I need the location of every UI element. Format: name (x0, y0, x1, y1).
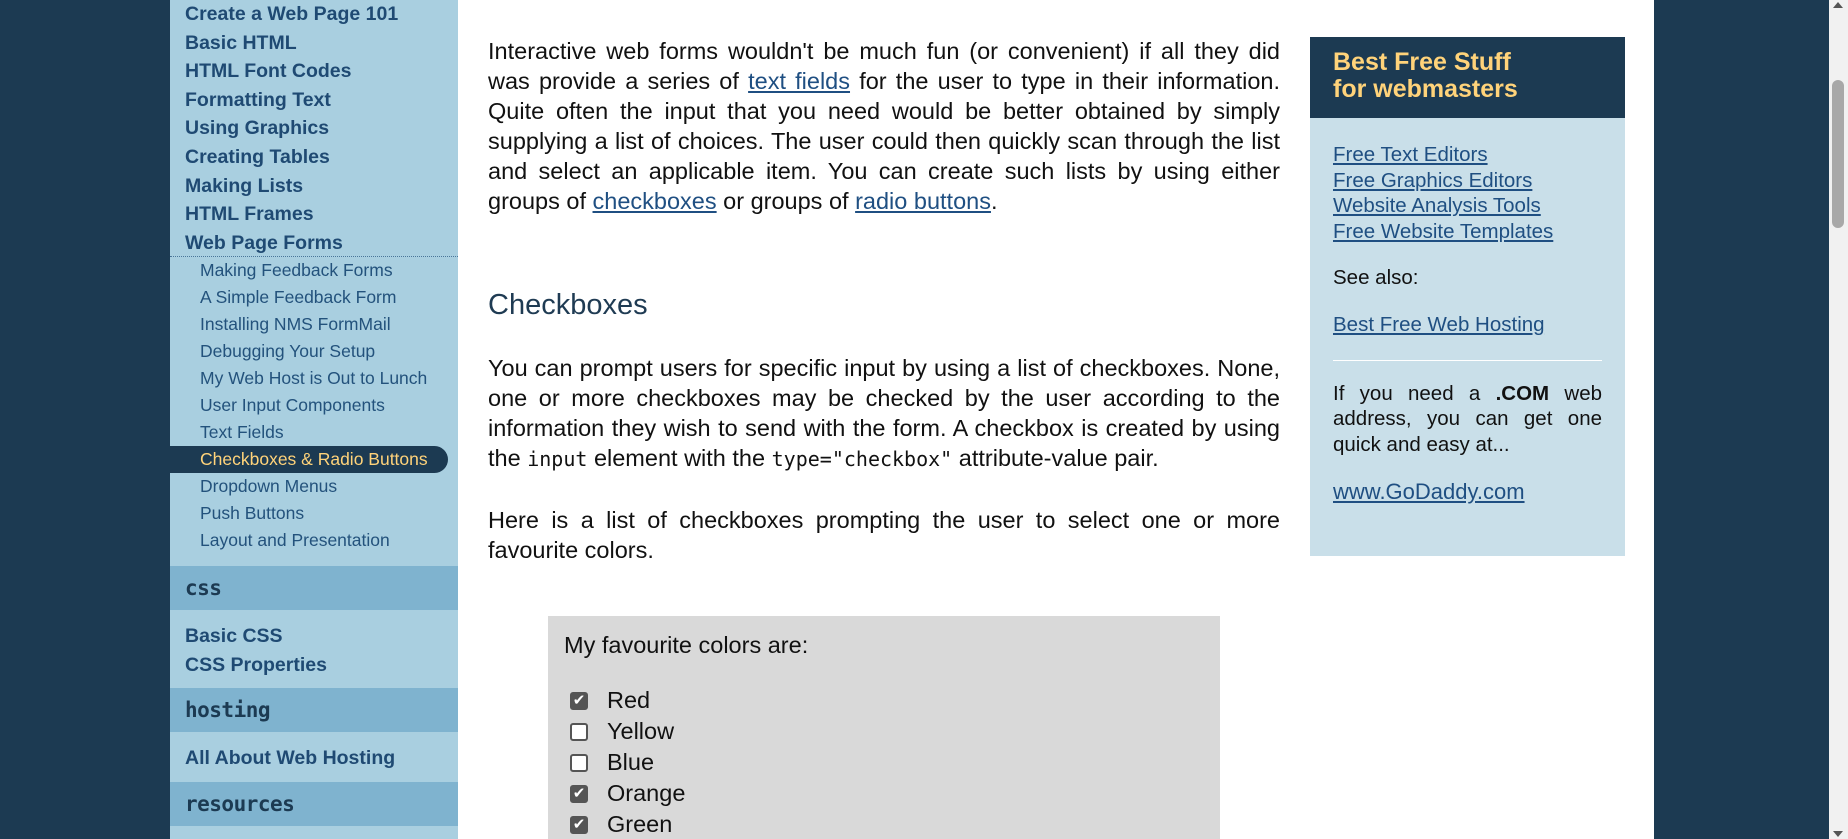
sidebar-sublink-simple-feedback-form[interactable]: A Simple Feedback Form (170, 284, 458, 311)
sidebar-sublink-installing-nms-formmail[interactable]: Installing NMS FormMail (170, 311, 458, 338)
checkbox-green[interactable]: ✔ (570, 815, 588, 834)
scrollbar-thumb[interactable] (1832, 80, 1844, 228)
css-heading-text: css (185, 576, 222, 601)
sidebar-link-html-frames[interactable]: HTML Frames (170, 200, 458, 229)
sidebar-link-basic-html[interactable]: Basic HTML (170, 29, 458, 58)
checkbox-option-yellow[interactable]: Yellow (564, 716, 1204, 747)
page: Create a Web Page 101 Basic HTML HTML Fo… (170, 0, 1654, 839)
checkboxes-heading: Checkboxes (488, 289, 648, 321)
hosting-links: All About Web Hosting (170, 732, 458, 777)
checkbox-label-yellow: Yellow (607, 718, 675, 744)
sidebar-sublink-web-host-out-to-lunch[interactable]: My Web Host is Out to Lunch (170, 365, 458, 392)
sidebar-sublink-layout-presentation[interactable]: Layout and Presentation (170, 527, 458, 554)
sidebar-link-html-font-codes[interactable]: HTML Font Codes (170, 57, 458, 86)
sidebar-link-basic-css[interactable]: Basic CSS (170, 622, 458, 651)
checkbox-option-green[interactable]: ✔ Green (564, 809, 1204, 839)
checkbox-red[interactable]: ✔ (570, 691, 588, 710)
checkbox-label-red: Red (607, 687, 651, 713)
css-section-heading: css (170, 566, 458, 611)
sidebar-link-using-graphics[interactable]: Using Graphics (170, 114, 458, 143)
checkbox-blue[interactable] (570, 753, 588, 772)
text-fields-link[interactable]: text fields (748, 68, 850, 94)
example-checkbox-form: My favourite colors are: ✔ Red Yellow Bl… (548, 616, 1220, 839)
checkbox-orange[interactable]: ✔ (570, 784, 588, 803)
vertical-scrollbar[interactable] (1829, 0, 1848, 839)
sidebar-link-making-lists[interactable]: Making Lists (170, 172, 458, 201)
hosting-heading-text: hosting (185, 697, 271, 722)
free-graphics-editors-link[interactable]: Free Graphics Editors (1333, 168, 1602, 194)
sidebar-sublink-checkboxes-radio-buttons[interactable]: Checkboxes & Radio Buttons (170, 446, 448, 474)
domain-promo-text: If you need a .COM web address, you can … (1333, 381, 1602, 458)
desc-text-2: element with the (587, 445, 772, 471)
sidebar-sublink-text-fields[interactable]: Text Fields (170, 419, 458, 446)
heading-line-2: for webmasters (1333, 75, 1518, 103)
radio-buttons-link[interactable]: radio buttons (855, 188, 991, 214)
scroll-up-arrow-icon[interactable] (1833, 2, 1843, 8)
html-links: Create a Web Page 101 Basic HTML HTML Fo… (170, 0, 458, 258)
best-free-web-hosting-link[interactable]: Best Free Web Hosting (1333, 312, 1602, 338)
intro-text-4: . (990, 188, 998, 214)
resources-section-heading: resources (170, 782, 458, 827)
sidebar-sublink-making-feedback-forms[interactable]: Making Feedback Forms (170, 257, 458, 284)
promo-text-com: .COM (1495, 381, 1550, 405)
desc-text-3: attribute-value pair. (952, 445, 1159, 471)
intro-paragraph: Interactive web forms wouldn't be much f… (488, 36, 1280, 216)
sidebar-nav: Create a Web Page 101 Basic HTML HTML Fo… (170, 0, 458, 839)
main-content: Interactive web forms wouldn't be much f… (488, 36, 1280, 596)
see-also-label: See also: (1333, 266, 1419, 289)
checkboxes-link[interactable]: checkboxes (593, 188, 717, 214)
heading-line-1: Best Free Stuff (1333, 48, 1511, 76)
sidebar-link-create-web-page-101[interactable]: Create a Web Page 101 (170, 0, 458, 29)
checkbox-label-orange: Orange (607, 780, 686, 806)
input-code: input (527, 447, 588, 471)
checkbox-option-red[interactable]: ✔ Red (564, 685, 1204, 716)
scroll-down-arrow-icon[interactable] (1833, 831, 1843, 837)
best-free-stuff-heading: Best Free Stuff for webmasters (1310, 37, 1625, 118)
sidebar-sublink-debugging-your-setup[interactable]: Debugging Your Setup (170, 338, 458, 365)
sidebar-sublink-push-buttons[interactable]: Push Buttons (170, 500, 458, 527)
sidebar-sublink-user-input-components[interactable]: User Input Components (170, 392, 458, 419)
checkbox-label-blue: Blue (607, 749, 655, 775)
sidebar-link-all-about-web-hosting[interactable]: All About Web Hosting (170, 744, 458, 773)
form-legend: My favourite colors are: (564, 632, 809, 658)
example-intro-paragraph: Here is a list of checkboxes prompting t… (488, 507, 1280, 563)
checkbox-description-paragraph: You can prompt users for specific input … (488, 353, 1280, 474)
sidebar-link-css-properties[interactable]: CSS Properties (170, 651, 458, 680)
intro-text-3: or groups of (716, 188, 856, 214)
hosting-section-heading: hosting (170, 687, 458, 732)
promo-text-1: If you need a (1333, 381, 1496, 405)
best-free-stuff-box: Best Free Stuff for webmasters Free Text… (1310, 37, 1625, 556)
website-analysis-tools-link[interactable]: Website Analysis Tools (1333, 193, 1602, 219)
checkbox-list: ✔ Red Yellow Blue ✔ Orange ✔ Green (564, 685, 1204, 839)
best-free-stuff-body: Free Text Editors Free Graphics Editors … (1310, 118, 1625, 505)
css-links: Basic CSS CSS Properties (170, 610, 458, 683)
godaddy-link[interactable]: www.GoDaddy.com (1333, 479, 1602, 505)
sidebar-link-web-page-forms[interactable]: Web Page Forms (170, 229, 458, 258)
free-text-editors-link[interactable]: Free Text Editors (1333, 142, 1602, 168)
box-divider (1333, 359, 1602, 361)
type-checkbox-code: type="checkbox" (771, 447, 953, 471)
checkbox-label-green: Green (607, 811, 673, 837)
sidebar-link-formatting-text[interactable]: Formatting Text (170, 86, 458, 115)
checkbox-option-orange[interactable]: ✔ Orange (564, 778, 1204, 809)
sidebar-link-creating-tables[interactable]: Creating Tables (170, 143, 458, 172)
sidebar-sublink-dropdown-menus[interactable]: Dropdown Menus (170, 473, 458, 500)
forms-sub-links: Making Feedback Forms A Simple Feedback … (170, 257, 458, 554)
checkbox-option-blue[interactable]: Blue (564, 747, 1204, 778)
resources-heading-text: resources (185, 792, 295, 817)
free-website-templates-link[interactable]: Free Website Templates (1333, 219, 1602, 245)
checkbox-yellow[interactable] (570, 722, 588, 741)
